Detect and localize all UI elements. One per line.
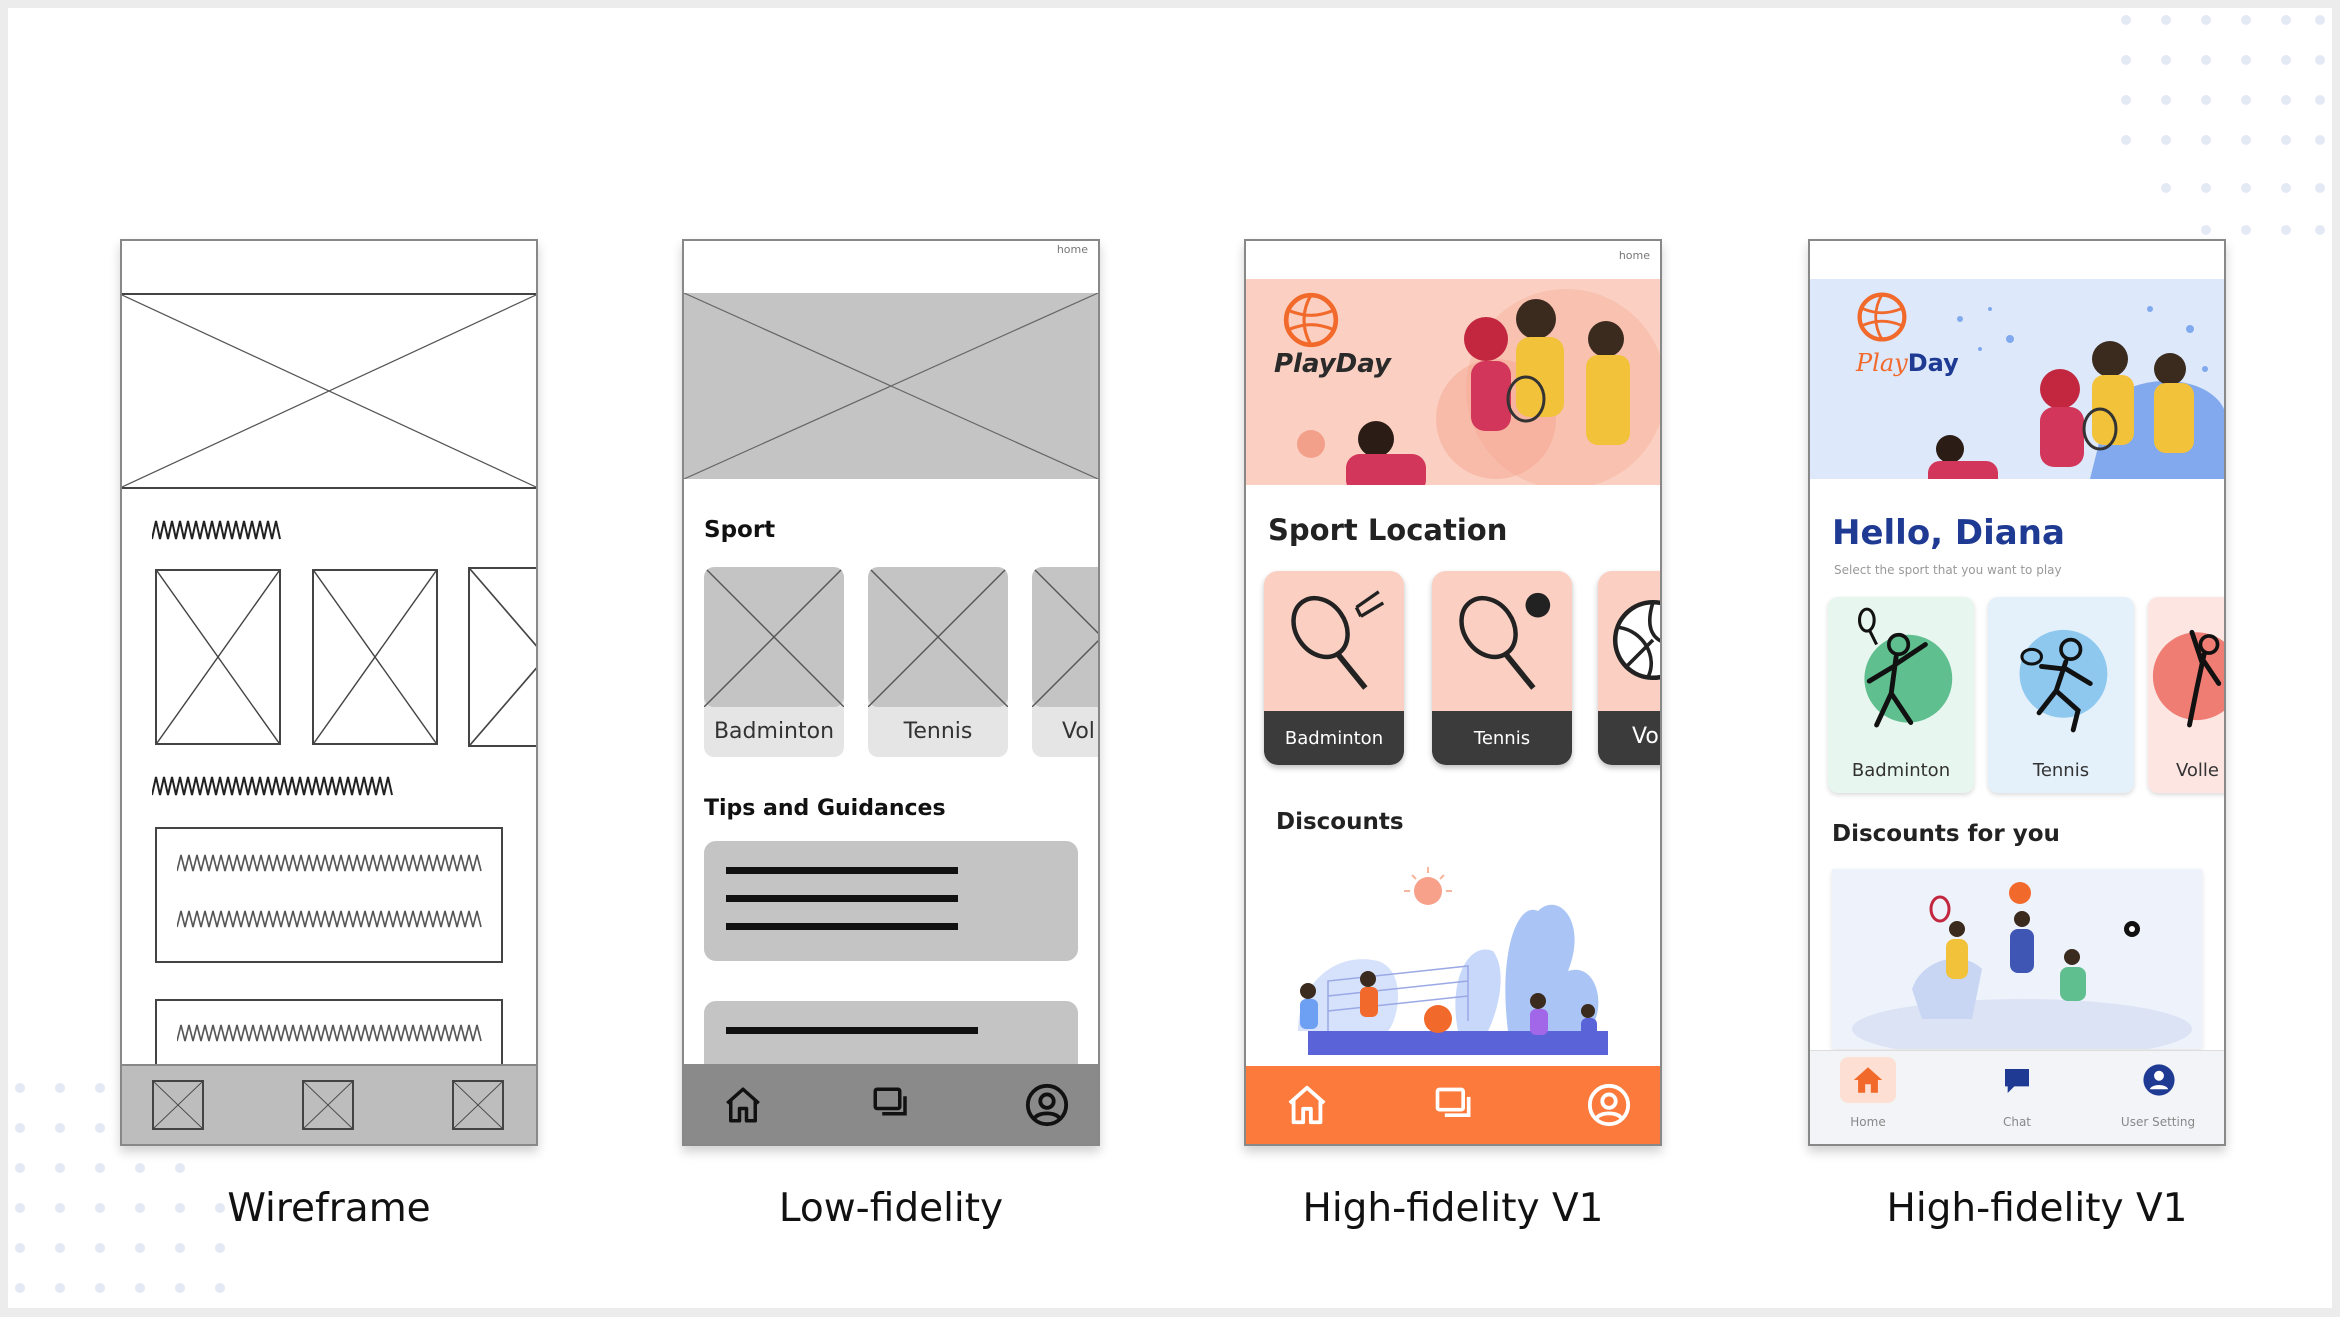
greeting-subtitle: Select the sport that you want to play [1834, 563, 2062, 577]
user-icon[interactable] [1024, 1082, 1070, 1128]
sport-card-label: Badminton [1851, 760, 1951, 781]
playday-logo-icon [1857, 292, 1907, 342]
low-fidelity-screen: home Sport Badminton Tennis Vol Tips and… [682, 239, 1100, 1146]
sport-card[interactable]: Badminton [1828, 597, 1974, 793]
nav-item-chat[interactable]: Chat [1982, 1057, 2052, 1141]
text-line [726, 867, 958, 874]
nav-placeholder-icon [452, 1080, 504, 1130]
user-icon[interactable] [1586, 1082, 1632, 1128]
tennis-player-icon [2019, 629, 2108, 733]
wireframe-screen [120, 239, 538, 1146]
nav-label: Chat [2002, 1115, 2032, 1129]
high-fidelity-v1-screen: home PlayDay Sport Location Badminton Te… [1244, 239, 1662, 1146]
hi-fi-v1-bottom-nav [1246, 1066, 1660, 1144]
dot-pattern-top-right [2121, 15, 2325, 235]
sport-card[interactable]: Badminton [704, 567, 844, 757]
wireframe-text-block [155, 827, 503, 963]
chat-icon[interactable] [1432, 1084, 1476, 1128]
home-icon [1853, 1067, 1883, 1093]
sport-card-image [868, 567, 1008, 708]
wireframe-squiggle-heading [152, 520, 281, 540]
sport-card[interactable]: Tennis [1988, 597, 2134, 793]
text-line [726, 923, 958, 930]
nav-label: User Setting [2120, 1115, 2196, 1129]
home-icon[interactable] [722, 1084, 764, 1126]
sport-card-label: Tennis [903, 719, 973, 744]
chat-icon[interactable] [870, 1084, 912, 1126]
wireframe-card-placeholder [312, 569, 438, 745]
wireframe-card-placeholder [155, 569, 281, 745]
nav-placeholder-icon [152, 1080, 204, 1130]
hi-fi-v1-alt-bottom-nav: Home Chat User Setting [1810, 1050, 2224, 1144]
sport-card[interactable]: Tennis [868, 567, 1008, 757]
playday-logo-icon [1283, 292, 1339, 348]
sport-card-label: Vo [1632, 724, 1659, 749]
sport-card[interactable]: Badminton [1264, 571, 1404, 765]
hero-banner: PlayDay [1246, 279, 1660, 485]
nav-placeholder-icon [302, 1080, 354, 1130]
section-title-discounts: Discounts for you [1832, 821, 2060, 847]
sport-card-label: Volle [2176, 760, 2220, 781]
brand-logo-play: Play [1856, 349, 1908, 377]
user-settings-icon [2143, 1064, 2175, 1096]
discount-banner[interactable] [1268, 861, 1642, 1071]
brand-logo-text: PlayDay [1274, 349, 1391, 379]
status-label: home [1618, 249, 1650, 262]
chat-icon [2005, 1069, 2029, 1093]
wireframe-bottom-nav [122, 1064, 536, 1144]
slide: Wireframe home Sport Badminton Tennis Vo… [8, 8, 2332, 1308]
brand-logo-day: Day [1907, 349, 1959, 377]
sport-card[interactable]: Vo [1598, 571, 1660, 765]
discount-banner[interactable] [1832, 869, 2202, 1049]
low-fi-hero-placeholder [684, 292, 1098, 480]
section-title-discounts: Discounts [1276, 809, 1404, 835]
brand-logo-text: PlayDay [1856, 349, 1959, 377]
low-fi-bottom-nav [684, 1064, 1098, 1144]
badminton-racket-icon [1291, 590, 1385, 690]
text-line [726, 895, 958, 902]
home-icon[interactable] [1284, 1082, 1330, 1128]
sport-card[interactable]: Vol [1032, 567, 1098, 757]
high-fidelity-v1-alt-screen: PlayDay Hello, Diana Select the sport th… [1808, 239, 2226, 1146]
wireframe-squiggle-heading [152, 776, 393, 796]
section-title-tips: Tips and Guidances [704, 796, 946, 821]
caption-wireframe: Wireframe [227, 1186, 431, 1231]
tennis-racket-icon [1459, 592, 1551, 690]
badminton-player-icon [1857, 607, 1953, 728]
tips-card[interactable] [704, 841, 1078, 961]
nav-label: Home [1850, 1115, 1886, 1129]
nav-item-user-setting[interactable]: User Setting [2108, 1057, 2208, 1141]
sport-card[interactable]: Volle [2148, 597, 2224, 793]
section-title-sport: Sport [704, 517, 776, 543]
text-line [726, 1027, 978, 1034]
greeting-title: Hello, Diana [1832, 513, 2065, 553]
section-title-sport-location: Sport Location [1268, 513, 1508, 547]
sport-card-label: Tennis [2032, 760, 2090, 781]
hero-banner: PlayDay [1810, 279, 2224, 479]
caption-high-fidelity-v1: High-fidelity V1 [1302, 1186, 1604, 1231]
sport-card[interactable]: Tennis [1432, 571, 1572, 765]
volleyball-player-icon [2152, 629, 2224, 728]
sport-card-image [704, 567, 844, 708]
sport-card-image [1032, 567, 1098, 708]
sport-card-label: Vol [1062, 719, 1095, 744]
sport-card-label: Badminton [713, 719, 835, 744]
wireframe-hero-placeholder [122, 293, 536, 489]
volleyball-icon [1612, 599, 1660, 681]
caption-high-fidelity-v1-alt: High-fidelity V1 [1886, 1186, 2188, 1231]
wireframe-card-placeholder [468, 567, 536, 747]
nav-item-home[interactable]: Home [1838, 1057, 1898, 1141]
caption-low-fidelity: Low-fidelity [778, 1186, 1004, 1231]
sport-card-label: Tennis [1473, 728, 1531, 749]
status-label: home [1056, 243, 1088, 256]
sport-card-label: Badminton [1284, 728, 1384, 749]
